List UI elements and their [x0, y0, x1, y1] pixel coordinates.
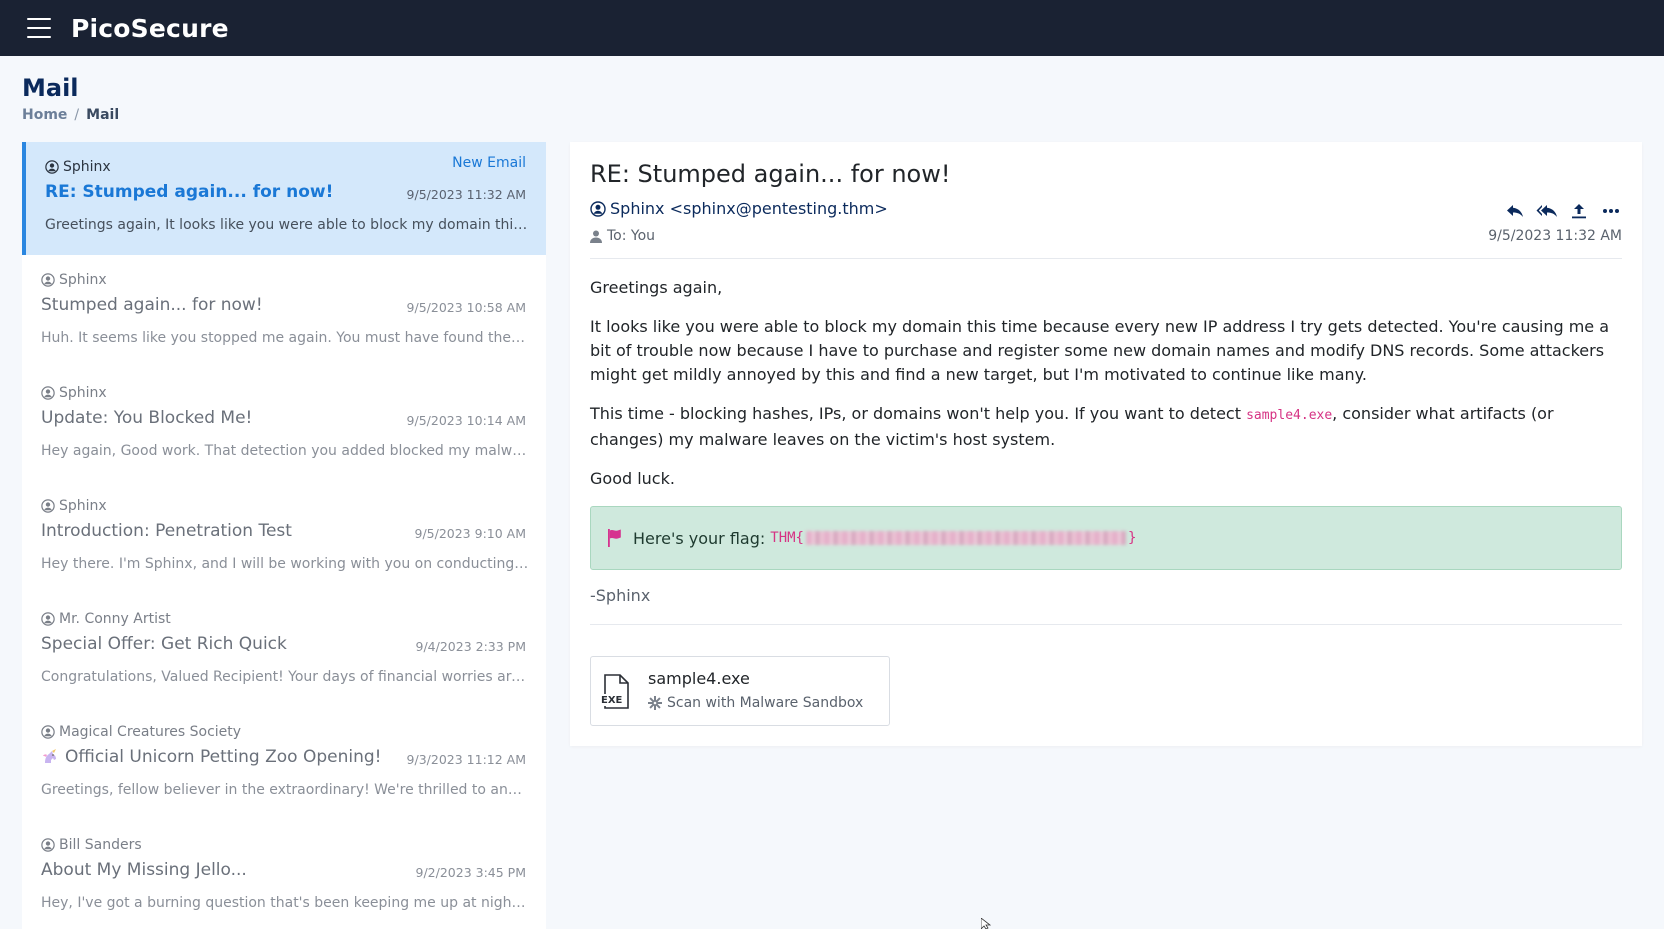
mail-subject: Stumped again... for now!	[41, 295, 263, 315]
header-divider	[590, 258, 1622, 259]
email-to: To: You	[590, 228, 655, 244]
email-from-address[interactable]: Sphinx <sphinx@pentesting.thm>	[610, 199, 888, 218]
mail-date: 9/5/2023 9:10 AM	[414, 526, 527, 541]
scan-sandbox-label: Scan with Malware Sandbox	[667, 695, 864, 711]
mail-date: 9/2/2023 3:45 PM	[415, 865, 526, 880]
mail-viewer: RE: Stumped again... for now! Sphinx <sp…	[570, 142, 1642, 746]
mail-preview: Hey there. I'm Sphinx, and I will be wor…	[41, 556, 529, 572]
more-icon[interactable]	[1600, 200, 1622, 222]
mail-subject: Update: You Blocked Me!	[41, 408, 253, 428]
mail-sender: Sphinx	[41, 498, 107, 514]
mail-sender: Magical Creatures Society	[41, 724, 241, 740]
user-circle-icon	[41, 612, 55, 626]
user-circle-icon	[45, 160, 59, 174]
email-paragraph: This time - blocking hashes, IPs, or dom…	[590, 404, 1554, 449]
email-signature: -Sphinx	[590, 586, 651, 605]
user-circle-icon	[41, 273, 55, 287]
file-type-label: EXE	[601, 695, 623, 706]
breadcrumb: Home / Mail	[22, 107, 119, 123]
mail-date: 9/5/2023 11:32 AM	[406, 187, 526, 202]
email-from: Sphinx <sphinx@pentesting.thm>	[590, 199, 888, 218]
redacted-flag	[805, 531, 1126, 545]
mail-preview: Congratulations, Valued Recipient! Your …	[41, 669, 529, 685]
person-icon	[590, 230, 602, 243]
mail-subject-text: Official Unicorn Petting Zoo Opening!	[65, 747, 382, 767]
attachment-name: sample4.exe	[648, 669, 750, 688]
top-navbar: PicoSecure	[0, 0, 1664, 56]
mail-item[interactable]: Mr. Conny Artist Special Offer: Get Rich…	[22, 594, 546, 707]
user-circle-icon	[590, 200, 606, 217]
mail-sender: Bill Sanders	[41, 837, 142, 853]
inline-code: sample4.exe	[1246, 408, 1333, 423]
mail-sender-name: Magical Creatures Society	[59, 724, 242, 740]
mail-preview: Hey again, Good work. That detection you…	[41, 443, 529, 459]
flag-value: THM{}	[770, 530, 1137, 546]
mail-subject: Introduction: Penetration Test	[41, 521, 292, 541]
mail-sender-name: Sphinx	[63, 159, 111, 175]
reply-icon[interactable]	[1504, 200, 1526, 222]
flag-label: Here's your flag:	[633, 528, 766, 548]
mail-date: 9/4/2023 2:33 PM	[415, 639, 526, 654]
breadcrumb-separator: /	[74, 107, 80, 123]
mail-sender-name: Bill Sanders	[59, 837, 142, 853]
mail-sender-name: Sphinx	[59, 385, 107, 401]
mail-date: 9/5/2023 10:14 AM	[406, 413, 526, 428]
mail-preview: Huh. It seems like you stopped me again.…	[41, 330, 529, 346]
mail-item-selected[interactable]: Sphinx New Email RE: Stumped again... fo…	[22, 142, 546, 255]
gear-icon	[648, 696, 662, 710]
attachment-card[interactable]: EXE sample4.exe Scan with Malware Sandbo…	[590, 656, 890, 726]
email-body: Greetings again, It looks like you were …	[590, 276, 1622, 506]
forward-icon[interactable]	[1568, 200, 1590, 222]
mail-sender-name: Sphinx	[59, 498, 107, 514]
mail-item[interactable]: Bill Sanders About My Missing Jello... 9…	[22, 820, 546, 929]
mail-sender: Mr. Conny Artist	[41, 611, 171, 627]
mouse-cursor-icon	[981, 918, 991, 929]
mail-subject: Special Offer: Get Rich Quick	[41, 634, 287, 654]
mail-sender: Sphinx	[41, 385, 107, 401]
unicorn-icon	[43, 749, 56, 763]
user-circle-icon	[41, 838, 55, 852]
breadcrumb-home[interactable]: Home	[22, 107, 67, 123]
mail-sender: Sphinx	[45, 159, 111, 175]
mail-sender: Sphinx	[41, 272, 107, 288]
mail-preview: Hey, I've got a burning question that's …	[41, 895, 529, 911]
mail-preview: Greetings, fellow believer in the extrao…	[41, 782, 529, 798]
menu-icon[interactable]	[27, 18, 51, 38]
mail-preview: Greetings again, It looks like you were …	[45, 217, 533, 233]
mail-subject: About My Missing Jello...	[41, 860, 247, 880]
mail-sender-name: Sphinx	[59, 272, 107, 288]
mail-subject: Official Unicorn Petting Zoo Opening!	[41, 747, 381, 767]
page-title: Mail	[22, 74, 79, 102]
user-circle-icon	[41, 386, 55, 400]
brand-logo[interactable]: PicoSecure	[71, 14, 229, 43]
user-circle-icon	[41, 725, 55, 739]
mail-item[interactable]: Sphinx Update: You Blocked Me! 9/5/2023 …	[22, 368, 546, 481]
reply-all-icon[interactable]	[1536, 200, 1558, 222]
new-email-badge: New Email	[452, 155, 526, 171]
user-circle-icon	[41, 499, 55, 513]
mail-item[interactable]: Sphinx Introduction: Penetration Test 9/…	[22, 481, 546, 594]
mail-date: 9/5/2023 10:58 AM	[406, 300, 526, 315]
mail-sender-name: Mr. Conny Artist	[59, 611, 171, 627]
signature-divider	[590, 624, 1622, 625]
mail-date: 9/3/2023 11:12 AM	[406, 752, 526, 767]
email-actions	[1504, 200, 1622, 222]
flag-icon	[608, 529, 621, 547]
mail-item[interactable]: Sphinx Stumped again... for now! 9/5/202…	[22, 255, 546, 368]
breadcrumb-current: Mail	[86, 107, 120, 123]
email-closing: Good luck.	[590, 469, 675, 488]
email-date: 9/5/2023 11:32 AM	[1488, 228, 1622, 244]
email-subject: RE: Stumped again... for now!	[590, 160, 951, 188]
mail-list: Sphinx New Email RE: Stumped again... fo…	[22, 142, 546, 929]
email-to-text: To: You	[607, 228, 656, 244]
email-greeting: Greetings again,	[590, 278, 723, 297]
flag-alert: Here's your flag: THM{}	[590, 506, 1622, 570]
scan-sandbox-link[interactable]: Scan with Malware Sandbox	[648, 695, 863, 711]
mail-subject: RE: Stumped again... for now!	[45, 182, 334, 202]
mail-item[interactable]: Magical Creatures Society Official Unico…	[22, 707, 546, 820]
email-paragraph: It looks like you were able to block my …	[590, 317, 1610, 384]
